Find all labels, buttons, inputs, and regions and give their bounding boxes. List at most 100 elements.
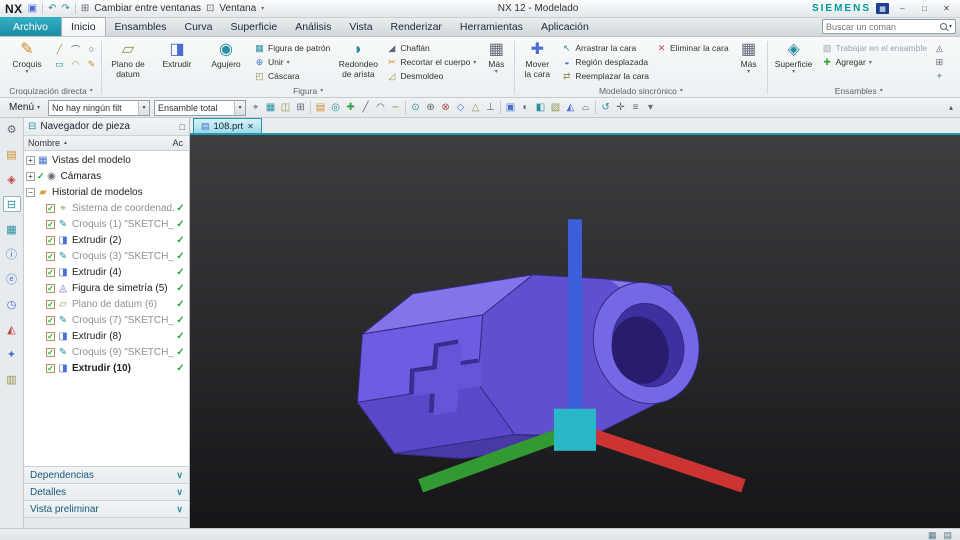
sketch-button[interactable]: ✎ Croquis ▾ [3, 38, 51, 75]
selection-filter-dropdown[interactable]: No hay ningún filt ▾ [48, 99, 151, 116]
switch-windows-button[interactable]: Cambiar entre ventanas [94, 3, 201, 14]
search-arrow-icon[interactable]: ▾ [949, 23, 952, 30]
sketch-tool-icon[interactable]: ◠ [68, 57, 83, 71]
assembly-extra-icon[interactable]: ◬ [931, 41, 948, 55]
replace-face-button[interactable]: ⇄ Reemplazar la cara [558, 69, 652, 83]
tab-análisis[interactable]: Análisis [286, 18, 340, 36]
toolbar-icon[interactable]: △ [468, 99, 483, 117]
assembly-navigator-icon[interactable]: ▤ [3, 146, 21, 162]
group-label-synchronous[interactable]: Modelado sincrónico ▾ [517, 84, 764, 97]
save-icon[interactable]: ▣ [28, 1, 37, 17]
feature-checkbox[interactable]: ✓ [46, 267, 55, 277]
toolbar-icon[interactable]: ▣ [503, 99, 518, 117]
group-label-assemblies[interactable]: Ensambles ▾ [770, 84, 948, 97]
toolbar-icon[interactable]: ⊗ [438, 99, 453, 117]
tab-vista[interactable]: Vista [340, 18, 381, 36]
panel-detalles[interactable]: Detalles ∨ [24, 483, 189, 500]
pull-face-button[interactable]: ↖ Arrastrar la cara [558, 41, 652, 55]
sketch-tool-icon[interactable]: ▭ [52, 57, 67, 71]
tab-close-icon[interactable]: ✕ [247, 122, 254, 131]
tree-item[interactable]: ✓ ✎ Croquis (3) "SKETCH_... ✓ [24, 248, 189, 264]
expander-icon[interactable]: − [26, 187, 35, 197]
sync-more-button[interactable]: ▦ Más ▾ [733, 38, 765, 75]
roles-icon[interactable]: ▥ [3, 371, 21, 387]
datum-plane-button[interactable]: ▱ Plano de datum [104, 38, 152, 79]
feature-checkbox[interactable]: ✓ [46, 203, 55, 213]
assembly-extra-icon[interactable]: ⊞ [931, 55, 948, 69]
group-label-feature[interactable]: Figura ▾ [104, 84, 512, 97]
toolbar-icon[interactable]: ⌖ [248, 99, 263, 117]
history-icon[interactable]: ◷ [3, 296, 21, 312]
viewport-canvas[interactable] [190, 135, 960, 528]
feature-more-button[interactable]: ▦ Más ▾ [480, 38, 512, 75]
work-in-assembly-button[interactable]: ▧ Trabajar en el ensamble [819, 41, 930, 55]
tree-item[interactable]: + ▦ Vistas del modelo [24, 152, 189, 168]
toolbar-icon[interactable]: ◭ [563, 99, 578, 117]
dropdown-arrow-icon[interactable]: ▾ [138, 100, 150, 115]
minimize-button[interactable]: – [894, 2, 911, 15]
toolbar-icon[interactable]: ⊞ [293, 99, 308, 117]
process-studio-icon[interactable]: ◭ [3, 321, 21, 337]
assembly-extra-icon[interactable]: ✦ [931, 69, 948, 83]
feature-checkbox[interactable]: ✓ [46, 315, 55, 325]
constraint-navigator-icon[interactable]: ◈ [3, 171, 21, 187]
close-button[interactable]: ✕ [938, 2, 955, 15]
hd3d-tools-icon[interactable]: ⓘ [3, 246, 21, 262]
trim-body-button[interactable]: ✂ Recortar el cuerpo ▾ [383, 55, 479, 69]
toolbar-icon[interactable]: ▾ [643, 99, 658, 117]
roles-gear-icon[interactable]: ⚙ [3, 121, 21, 137]
toolbar-icon[interactable]: ╱ [358, 99, 373, 117]
toolbar-icon[interactable]: ◧ [533, 99, 548, 117]
tree-item[interactable]: ✓ ◬ Figura de simetría (5) ✓ [24, 280, 189, 296]
sketch-tool-icon[interactable]: ○ [84, 42, 99, 56]
toolbar-icon[interactable]: ◠ [373, 99, 388, 117]
search-input[interactable] [826, 21, 938, 32]
menu-button[interactable]: Menú ▾ [3, 102, 46, 113]
window-badge-icon[interactable]: ▦ [876, 3, 889, 14]
tab-superficie[interactable]: Superficie [222, 18, 287, 36]
extrude-button[interactable]: ◨ Extrudir [153, 38, 201, 69]
toolbar-icon[interactable]: ✚ [343, 99, 358, 117]
toolbar-icon[interactable]: ≡ [628, 99, 643, 117]
expander-icon[interactable]: + [26, 171, 35, 181]
offset-region-button[interactable]: ◒ Región desplazada [558, 55, 652, 69]
navigator-column-headers[interactable]: Nombre ▲ Ac [24, 136, 189, 151]
tab-renderizar[interactable]: Renderizar [382, 18, 451, 36]
window-menu-button[interactable]: Ventana [219, 3, 256, 14]
edge-blend-button[interactable]: ◗ Redondeo de arista [334, 38, 382, 79]
feature-checkbox[interactable]: ✓ [46, 251, 55, 261]
toolbar-icon[interactable]: ▧ [548, 99, 563, 117]
group-label-direct-sketch[interactable]: Croquización directa ▾ [3, 84, 99, 97]
add-component-button[interactable]: ✚ Agregar ▾ [819, 55, 930, 69]
tree-item[interactable]: ✓ ◨ Extrudir (8) ✓ [24, 328, 189, 344]
tree-item[interactable]: + ✓ ◉ Cámaras [24, 168, 189, 184]
surface-button[interactable]: ◈ Superficie ▾ [770, 38, 818, 75]
toolbar-icon[interactable]: ◐ [518, 99, 533, 117]
reuse-library-icon[interactable]: ▦ [3, 221, 21, 237]
toolbar-icon[interactable]: ◇ [453, 99, 468, 117]
toolbar-icon[interactable]: ⌓ [578, 99, 593, 117]
toolbar-icon[interactable]: ▤ [313, 99, 328, 117]
feature-checkbox[interactable]: ✓ [46, 363, 55, 373]
window-grid-icon[interactable]: ▦ [928, 530, 937, 540]
ribbon-collapse-icon[interactable]: ▴ [945, 103, 957, 112]
redo-icon[interactable]: ↷ [62, 1, 70, 17]
toolbar-icon[interactable]: ⊙ [408, 99, 423, 117]
feature-checkbox[interactable]: ✓ [46, 235, 55, 245]
tab-aplicación[interactable]: Aplicación [532, 18, 598, 36]
toolbar-icon[interactable]: ◫ [278, 99, 293, 117]
panel-vista-preliminar[interactable]: Vista preliminar ∨ [24, 500, 189, 517]
toolbar-icon[interactable]: ⊕ [423, 99, 438, 117]
column-name[interactable]: Nombre [28, 138, 60, 148]
panel-icon[interactable]: ▤ [943, 530, 952, 540]
tree-item[interactable]: ✓ ⌖ Sistema de coordenad... ✓ [24, 200, 189, 216]
draft-button[interactable]: ◿ Desmoldeo [383, 69, 479, 83]
pattern-feature-button[interactable]: ▦ Figura de patrón [251, 41, 333, 55]
shell-button[interactable]: ◰ Cáscara [251, 69, 333, 83]
sketch-tool-icon[interactable]: ⌒ [68, 42, 83, 56]
delete-face-button[interactable]: ✕ Eliminar la cara [653, 41, 732, 55]
dropdown-arrow-icon[interactable]: ▾ [234, 100, 246, 115]
tree-item[interactable]: ✓✎Croquis (9) "SKETCH_0...✓ [24, 344, 189, 360]
toolbar-icon[interactable]: ◎ [328, 99, 343, 117]
unite-button[interactable]: ⊕ Unir ▾ [251, 55, 333, 69]
